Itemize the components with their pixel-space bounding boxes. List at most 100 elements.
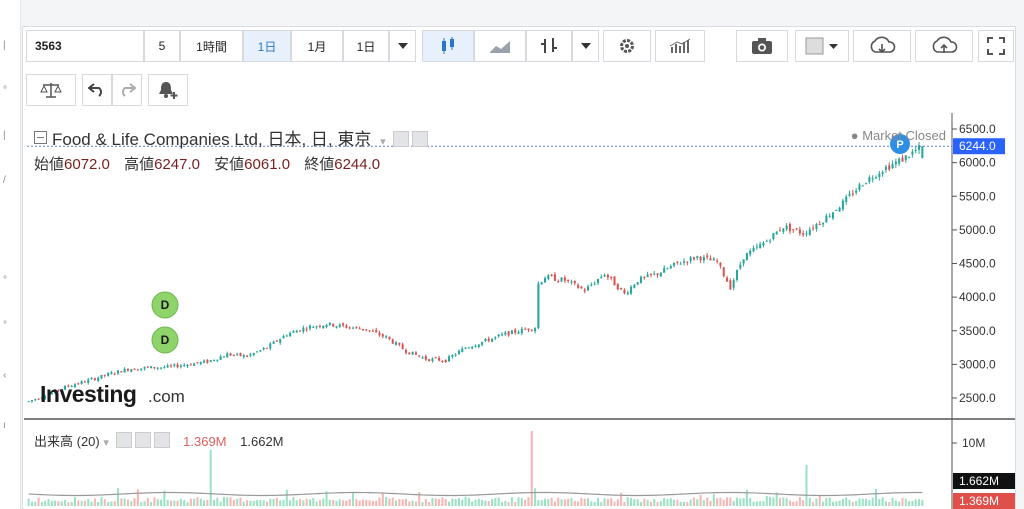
settings-button[interactable] [603,30,651,62]
volume-bar [507,501,510,506]
volume-bar [371,500,374,506]
add-alert-button[interactable] [148,74,188,106]
chart-type-dropdown-button[interactable] [572,30,599,62]
cloud-download-icon [870,36,896,54]
left-tool-icon[interactable]: ° [3,320,7,331]
candle-body [891,163,894,169]
candle-body [593,283,596,285]
candle-body [295,330,298,333]
candle-body [798,229,801,234]
volume-bar [613,501,616,506]
candle-body [825,215,828,223]
gear-icon[interactable] [412,131,429,147]
screenshot-button[interactable] [736,30,788,62]
volume-bar [209,449,212,506]
area-chart-type-button[interactable] [474,30,526,62]
volume-bar [805,464,808,506]
left-tool-icon[interactable]: | [3,130,6,141]
candles-chart-type-button[interactable] [422,30,474,62]
candle-body [500,334,504,336]
volume-bar [808,497,811,506]
volume-bar [835,501,838,506]
investing-logo: Investing [40,381,136,407]
candle-body [577,284,580,288]
volume-bar [603,498,606,506]
volume-bar [888,502,891,506]
volume-bar [196,497,199,506]
volume-bar [656,502,659,506]
volume-bar [643,498,646,506]
redo-button[interactable] [112,74,142,106]
collapse-arrow-icon[interactable]: ‹ [3,370,6,381]
volume-bar [434,498,437,506]
left-tool-icon[interactable]: ° [3,85,7,96]
candle-body [729,280,732,290]
interval-dropdown-button[interactable] [389,30,416,62]
volume-bar [401,499,404,506]
volume-bar [848,499,851,506]
close-icon[interactable] [153,432,170,448]
color-theme-button[interactable] [795,30,849,62]
left-tool-icon[interactable]: / [3,175,6,186]
candle-body [90,378,93,380]
caret-down-icon[interactable]: ▾ [380,136,386,148]
caret-down-icon[interactable]: ▾ [103,437,109,449]
gear-icon[interactable] [134,432,151,448]
candle-body [110,372,113,375]
undo-button[interactable] [82,74,112,106]
left-tool-icon[interactable]: ° [3,275,7,286]
candle-body [653,273,656,275]
interval-1month-button[interactable]: 1月 [291,30,343,62]
candle-body [871,178,874,180]
volume-bar [884,501,887,506]
volume-bar [269,498,272,506]
candle-body [709,258,712,261]
candle-body [550,274,553,277]
volume-bar [57,501,60,506]
volume-bar [719,497,722,506]
area-chart-icon [490,41,510,53]
interval-1hour-button[interactable]: 1時間 [180,30,243,62]
save-chart-button[interactable] [915,30,973,62]
volume-bar [116,488,120,506]
volume-bar [206,499,209,506]
indicators-button[interactable] [655,30,705,62]
eye-icon[interactable] [115,432,132,448]
collapse-legend-icon[interactable] [34,131,47,144]
candle-body [911,151,914,155]
volume-bar [841,498,844,506]
candle-body [146,366,149,368]
candle-body [401,344,404,350]
bars-chart-type-button[interactable] [526,30,572,62]
interval-1day-button[interactable]: 1日 [243,30,291,62]
interval-select[interactable]: 1日 [343,30,389,62]
volume-bar [236,498,239,506]
candle-body [851,193,854,195]
gear-icon [620,39,634,53]
candle-body [543,278,547,283]
volume-bar [828,497,831,506]
left-tool-icon[interactable]: ı [3,420,6,431]
volume-bar [308,499,312,506]
volume-bar [338,499,341,506]
eye-icon[interactable] [393,131,410,147]
candle-body [881,172,884,174]
volume-value-2: 1.662M [240,434,284,449]
market-status-text: Market Closed [862,128,946,143]
volume-bar [795,501,798,506]
candle-body [878,173,881,177]
symbol-input[interactable]: 3563 [26,30,144,62]
left-tool-icon[interactable]: | [3,40,6,51]
candle-body [683,261,686,263]
volume-bar [524,499,527,506]
volume-bar [706,497,709,506]
candle-body [454,354,457,356]
fullscreen-button[interactable] [978,30,1014,62]
candle-body [616,284,619,290]
candle-body [186,364,189,367]
interval-value-input[interactable]: 5 [144,30,180,62]
candle-body [279,339,282,343]
compare-button[interactable] [26,74,76,106]
candle-body [342,323,345,326]
load-chart-button[interactable] [853,30,911,62]
